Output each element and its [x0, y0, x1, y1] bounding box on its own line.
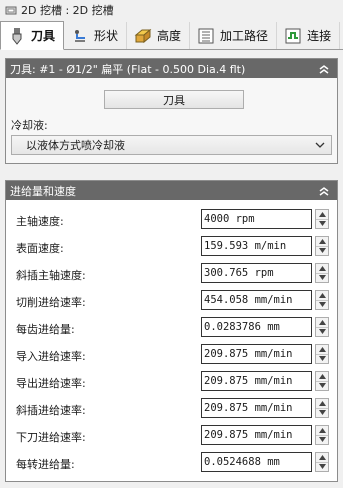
tab-height[interactable]: 高度: [127, 22, 191, 49]
pocket-operation-icon: [5, 4, 17, 16]
spindle-speed-label: 主轴速度:: [16, 215, 64, 228]
tab-shape-label: 形状: [94, 29, 119, 43]
ramp-feedrate-row: 斜插进给速率: 209.875 mm/min: [6, 396, 337, 420]
spin-up-icon[interactable]: [316, 453, 328, 463]
plunge-feedrate-label: 下刀进给速率:: [16, 431, 86, 444]
spin-up-icon[interactable]: [316, 237, 328, 247]
spin-up-icon[interactable]: [316, 345, 328, 355]
collapse-chevron-up-icon[interactable]: [317, 62, 331, 76]
feed-per-rev-label: 每转进给量:: [16, 458, 75, 471]
spin-down-icon[interactable]: [316, 274, 328, 283]
select-tool-button[interactable]: 刀具: [104, 90, 244, 109]
tab-link-label: 连接: [307, 29, 332, 43]
ramp-feedrate-spinner[interactable]: [315, 398, 329, 418]
surface-speed-input[interactable]: 159.593 m/min: [201, 236, 312, 256]
lead-out-feedrate-row: 导出进给速率: 209.875 mm/min: [6, 369, 337, 393]
cutting-feedrate-input[interactable]: 454.058 mm/min: [201, 290, 312, 310]
surface-speed-row: 表面速度: 159.593 m/min: [6, 234, 337, 258]
feed-per-tooth-input[interactable]: 0.0283786 mm: [201, 317, 312, 337]
feeds-panel-header: 进给量和速度: [6, 181, 337, 200]
link-icon: [284, 27, 302, 45]
cutting-feedrate-spinner[interactable]: [315, 290, 329, 310]
feed-per-tooth-row: 每齿进给量: 0.0283786 mm: [6, 315, 337, 339]
tool-panel: 刀具: #1 - Ø1/2" 扁平 (Flat - 0.500 Dia.4 fl…: [5, 58, 338, 164]
lead-out-feedrate-spinner[interactable]: [315, 371, 329, 391]
spindle-speed-input[interactable]: 4000 rpm: [201, 209, 312, 229]
lead-in-feedrate-spinner[interactable]: [315, 344, 329, 364]
height-icon: [134, 27, 152, 45]
spin-down-icon[interactable]: [316, 436, 328, 445]
feed-per-rev-spinner[interactable]: [315, 452, 329, 472]
spin-down-icon[interactable]: [316, 301, 328, 310]
tab-toolpath-label: 加工路径: [220, 29, 269, 43]
tab-shape[interactable]: 形状: [64, 22, 128, 49]
plunge-feedrate-input[interactable]: 209.875 mm/min: [201, 425, 312, 445]
coolant-label: 冷却液:: [11, 119, 48, 132]
ramp-spindle-speed-label: 斜插主轴速度:: [16, 269, 86, 282]
spin-up-icon[interactable]: [316, 399, 328, 409]
spin-down-icon[interactable]: [316, 355, 328, 364]
feed-per-rev-input[interactable]: 0.0524688 mm: [201, 452, 312, 472]
surface-speed-spinner[interactable]: [315, 236, 329, 256]
surface-speed-label: 表面速度:: [16, 242, 64, 255]
ramp-feedrate-label: 斜插进给速率:: [16, 404, 86, 417]
spin-up-icon[interactable]: [316, 318, 328, 328]
spin-down-icon[interactable]: [316, 328, 328, 337]
spin-down-icon[interactable]: [316, 463, 328, 472]
coolant-select[interactable]: 以液体方式喷冷却液: [11, 135, 332, 155]
toolpath-icon: [197, 27, 215, 45]
tab-bar: 刀具 形状 高度 加工路径 连接: [0, 21, 343, 50]
tool-panel-title: 刀具: #1 - Ø1/2" 扁平 (Flat - 0.500 Dia.4 fl…: [10, 62, 246, 76]
tab-link[interactable]: 连接: [277, 22, 341, 49]
plunge-feedrate-row: 下刀进给速率: 209.875 mm/min: [6, 423, 337, 447]
ramp-feedrate-input[interactable]: 209.875 mm/min: [201, 398, 312, 418]
spin-up-icon[interactable]: [316, 264, 328, 274]
spindle-speed-row: 主轴速度: 4000 rpm: [6, 207, 337, 231]
chevron-down-icon: [314, 139, 326, 151]
feed-per-tooth-spinner[interactable]: [315, 317, 329, 337]
feed-per-tooth-label: 每齿进给量:: [16, 323, 75, 336]
lead-in-feedrate-row: 导入进给速率: 209.875 mm/min: [6, 342, 337, 366]
feeds-speeds-panel: 进给量和速度 主轴速度: 4000 rpm 表面速度: 159.593 m/mi…: [5, 180, 338, 482]
spin-up-icon[interactable]: [316, 291, 328, 301]
spin-up-icon[interactable]: [316, 426, 328, 436]
spin-up-icon[interactable]: [316, 372, 328, 382]
tab-height-label: 高度: [157, 29, 182, 43]
ramp-spindle-speed-row: 斜插主轴速度: 300.765 rpm: [6, 261, 337, 285]
feeds-panel-title: 进给量和速度: [10, 184, 76, 198]
coolant-select-value: 以液体方式喷冷却液: [26, 139, 125, 152]
spin-down-icon[interactable]: [316, 247, 328, 256]
spin-down-icon[interactable]: [316, 382, 328, 391]
cutting-feedrate-label: 切削进给速率:: [16, 296, 86, 309]
lead-out-feedrate-input[interactable]: 209.875 mm/min: [201, 371, 312, 391]
collapse-chevron-up-icon[interactable]: [317, 184, 331, 198]
shape-icon: [71, 27, 89, 45]
tab-toolpath[interactable]: 加工路径: [190, 22, 278, 49]
spin-down-icon[interactable]: [316, 409, 328, 418]
tab-tool-label: 刀具: [31, 29, 56, 43]
cutting-feedrate-row: 切削进给速率: 454.058 mm/min: [6, 288, 337, 312]
spindle-speed-spinner[interactable]: [315, 209, 329, 229]
lead-in-feedrate-input[interactable]: 209.875 mm/min: [201, 344, 312, 364]
spin-down-icon[interactable]: [316, 220, 328, 229]
tool-panel-header: 刀具: #1 - Ø1/2" 扁平 (Flat - 0.500 Dia.4 fl…: [6, 59, 337, 78]
plunge-feedrate-spinner[interactable]: [315, 425, 329, 445]
window-title-bar: 2D 挖槽 : 2D 挖槽: [0, 0, 343, 20]
feed-per-rev-row: 每转进给量: 0.0524688 mm: [6, 450, 337, 474]
tool-icon: [8, 27, 26, 45]
lead-out-feedrate-label: 导出进给速率:: [16, 377, 86, 390]
tab-tool[interactable]: 刀具: [0, 21, 65, 50]
ramp-spindle-speed-spinner[interactable]: [315, 263, 329, 283]
ramp-spindle-speed-input[interactable]: 300.765 rpm: [201, 263, 312, 283]
window-title: 2D 挖槽 : 2D 挖槽: [21, 4, 114, 17]
spin-up-icon[interactable]: [316, 210, 328, 220]
lead-in-feedrate-label: 导入进给速率:: [16, 350, 86, 363]
